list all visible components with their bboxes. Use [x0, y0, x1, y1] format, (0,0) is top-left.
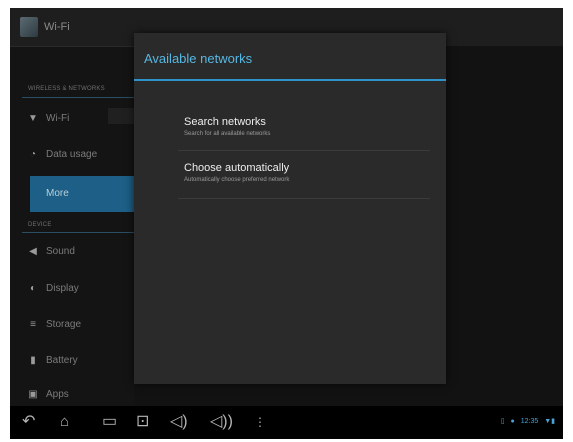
option-title: Search networks: [184, 116, 266, 128]
sidebar-item-label: Apps: [46, 389, 69, 400]
menu-icon[interactable]: ⋮: [254, 413, 266, 431]
screenshot-icon[interactable]: ⊡: [136, 413, 149, 431]
apps-icon: ▣: [28, 389, 38, 400]
section-divider: [22, 97, 134, 98]
status-tray: ▯ ● 12:35 ▼▮: [497, 417, 555, 425]
sidebar-item-label: Data usage: [46, 149, 98, 160]
sidebar-item-storage[interactable]: ≡ Storage: [10, 310, 134, 340]
display-icon: ◐: [29, 283, 37, 294]
recent-apps-icon[interactable]: ▭: [102, 413, 117, 431]
back-icon[interactable]: ↶: [22, 413, 35, 431]
battery-icon: ▮: [30, 355, 36, 366]
option-title: Choose automatically: [184, 162, 290, 174]
clock: 12:35: [520, 418, 539, 425]
sidebar-item-sound[interactable]: ◀ Sound: [10, 237, 134, 267]
sound-icon: ◀: [29, 246, 37, 257]
option-subtitle: Automatically choose preferred network: [184, 177, 290, 183]
volume-down-icon[interactable]: ◁): [170, 413, 188, 431]
storage-icon: ≡: [30, 319, 36, 330]
home-icon[interactable]: ⌂: [60, 413, 69, 431]
volume-up-icon[interactable]: ◁)): [210, 413, 233, 431]
section-header-device: DEVICE: [28, 222, 52, 228]
settings-list: WIRELESS & NETWORKS ▼ Wi-Fi ◔ Data usage…: [10, 46, 134, 406]
notification-icon: ▯: [500, 418, 505, 425]
search-networks-option[interactable]: Search networks Search for all available…: [174, 116, 430, 152]
sidebar-item-display[interactable]: ◐ Display: [10, 274, 134, 304]
section-divider: [22, 232, 134, 233]
tablet-screen: Wi-Fi WIRELESS & NETWORKS ▼ Wi-Fi ◔ Data…: [10, 8, 563, 439]
sidebar-item-label: Battery: [46, 355, 78, 366]
usb-icon: ●: [510, 418, 515, 425]
sidebar-item-label: Sound: [46, 246, 75, 257]
data-usage-icon: ◔: [29, 149, 37, 160]
system-navigation-bar: ↶ ⌂ ▭ ⊡ ◁) ◁)) ⋮ ▯ ● 12:35 ▼▮: [10, 406, 563, 439]
sidebar-item-more[interactable]: More: [30, 176, 134, 212]
sidebar-item-data-usage[interactable]: ◔ Data usage: [10, 140, 134, 170]
page-title: Wi-Fi: [44, 21, 70, 33]
option-divider: [178, 198, 430, 199]
sidebar-item-label: Display: [46, 283, 79, 294]
wifi-signal-icon: ▼▮: [544, 418, 555, 425]
option-divider: [178, 150, 430, 151]
sidebar-item-label: Storage: [46, 319, 82, 330]
section-header-wireless: WIRELESS & NETWORKS: [28, 86, 105, 92]
choose-automatically-option[interactable]: Choose automatically Automatically choos…: [174, 162, 430, 198]
sidebar-item-label: Wi-Fi: [46, 113, 70, 124]
sidebar-item-battery[interactable]: ▮ Battery: [10, 346, 134, 376]
dialog-title: Available networks: [144, 51, 253, 66]
settings-app-icon[interactable]: [20, 17, 38, 37]
sidebar-item-label: More: [46, 188, 69, 199]
dialog-title-divider: [134, 79, 446, 81]
option-subtitle: Search for all available networks: [184, 131, 271, 137]
available-networks-dialog: Available networks Search networks Searc…: [134, 33, 446, 384]
wifi-icon: ▼: [28, 113, 38, 124]
